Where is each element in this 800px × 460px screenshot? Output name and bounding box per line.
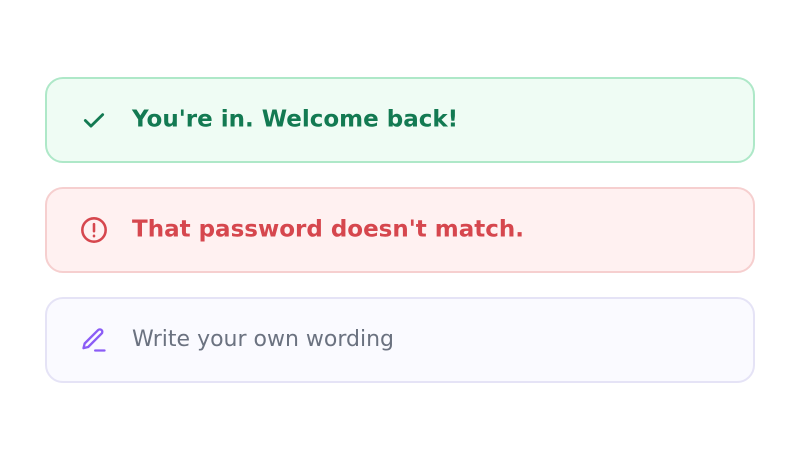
custom-wording-placeholder: Write your own wording <box>132 327 395 352</box>
check-icon <box>79 105 109 135</box>
alert-circle-icon <box>79 215 109 245</box>
error-message: That password doesn't match. <box>132 216 525 243</box>
custom-wording-field[interactable]: Write your own wording <box>45 297 755 383</box>
success-alert: You're in. Welcome back! <box>45 77 755 163</box>
pen-icon <box>79 325 109 355</box>
error-alert: That password doesn't match. <box>45 187 755 273</box>
success-message: You're in. Welcome back! <box>132 106 459 133</box>
